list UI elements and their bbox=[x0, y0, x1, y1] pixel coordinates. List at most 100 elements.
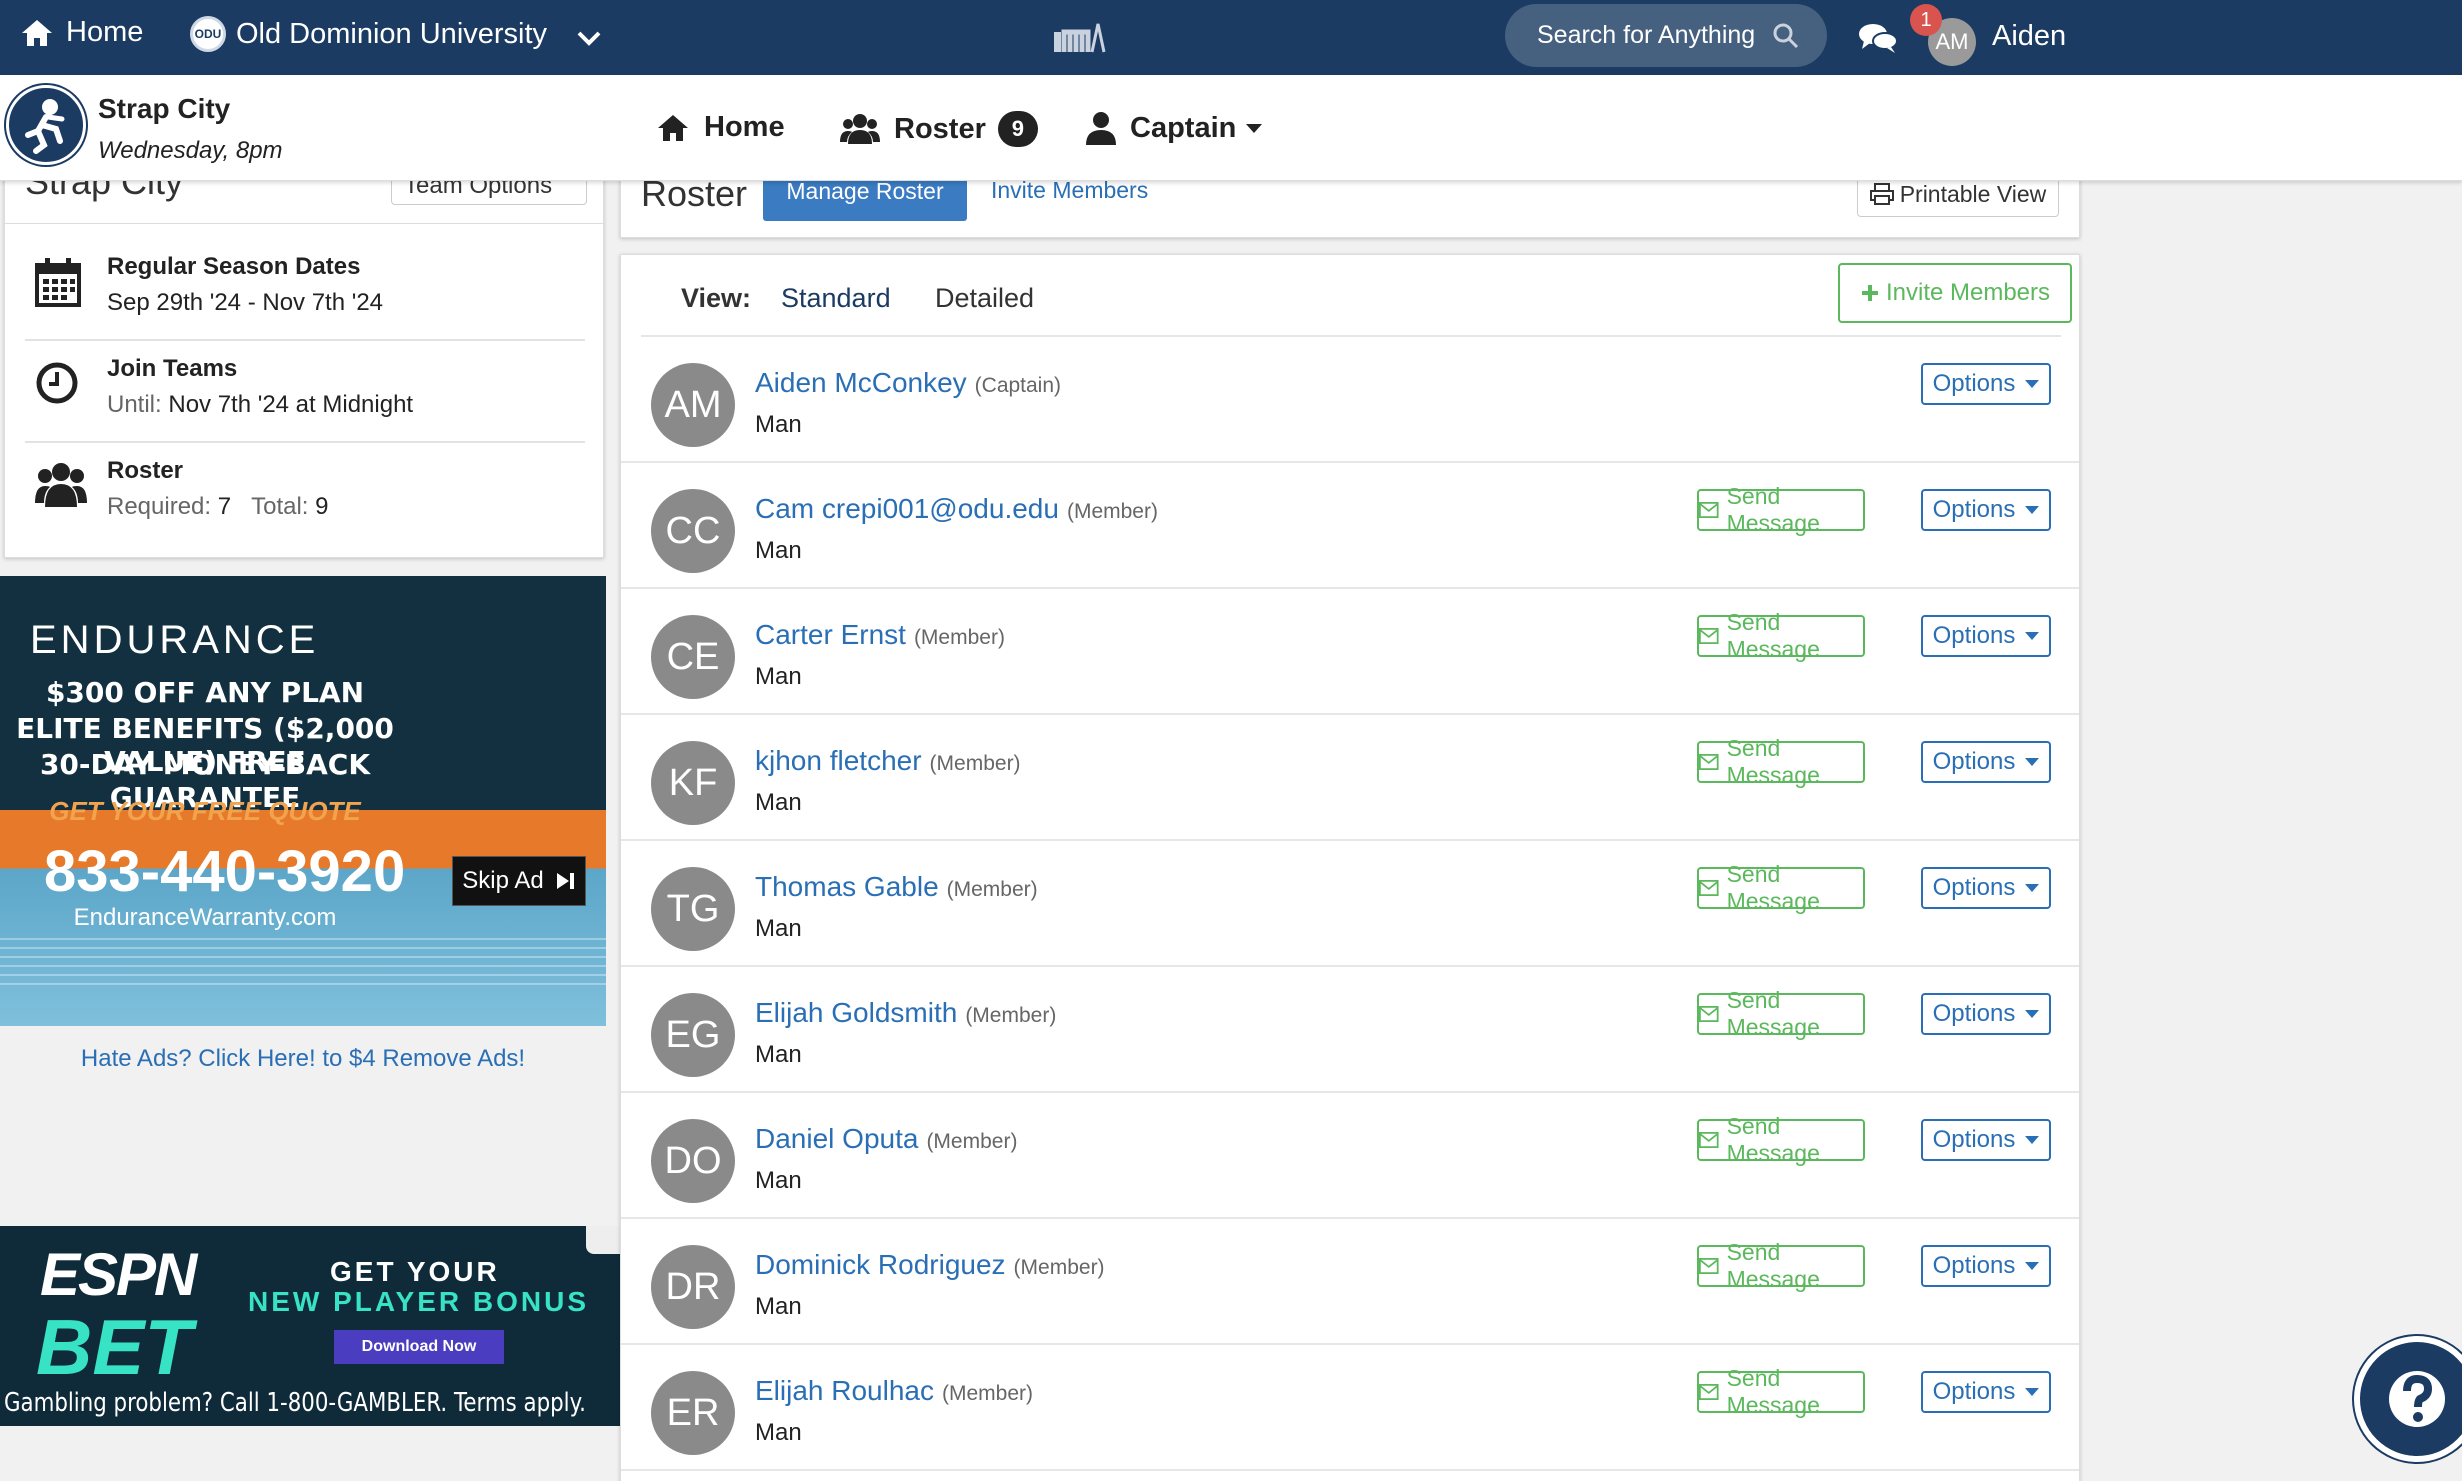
notification-badge[interactable]: 1 bbox=[1910, 4, 1942, 36]
options-label: Options bbox=[1932, 1252, 2016, 1279]
member-gender: Man bbox=[755, 663, 802, 690]
member-row: DO Daniel Oputa (Member) Man Send Message Opt… bbox=[621, 1093, 2079, 1219]
send-message-button[interactable]: Send Message bbox=[1697, 987, 1865, 1040]
member-name-link[interactable]: Daniel Oputa (Member) bbox=[755, 1123, 1017, 1155]
team-nav-roster[interactable]: Roster 9 bbox=[840, 111, 1038, 147]
member-avatar: ER bbox=[651, 1371, 735, 1455]
member-gender: Man bbox=[755, 411, 802, 438]
school-name: Old Dominion University bbox=[236, 17, 548, 50]
member-avatar: AM bbox=[651, 363, 735, 447]
envelope-icon bbox=[1699, 1383, 1719, 1401]
send-message-label: Send Message bbox=[1726, 861, 1820, 914]
remove-ads-link[interactable]: Hate Ads? Click Here! to $4 Remove Ads! bbox=[0, 1045, 606, 1073]
manage-roster-tab[interactable]: Manage Roster bbox=[763, 175, 967, 221]
ad-disclaimer: Gambling problem? Call 1-800-GAMBLER. Te… bbox=[4, 1388, 586, 1418]
nav-home-link[interactable]: Home bbox=[20, 16, 143, 49]
envelope-icon bbox=[1699, 627, 1719, 645]
home-icon bbox=[658, 114, 688, 141]
options-label: Options bbox=[1932, 496, 2016, 523]
member-row: AM Aiden McConkey (Captain) Man Options bbox=[621, 337, 2079, 463]
member-options-button[interactable]: Options bbox=[1921, 867, 2051, 909]
ad-quote: GET YOUR FREE QUOTE bbox=[49, 796, 361, 826]
options-label: Options bbox=[1932, 1126, 2016, 1153]
member-options-button[interactable]: Options bbox=[1921, 993, 2051, 1035]
chevron-down-icon[interactable] bbox=[575, 24, 603, 52]
envelope-icon bbox=[1699, 1131, 1719, 1149]
ad-line2: NEW PLAYER BONUS bbox=[248, 1286, 590, 1317]
member-name-link[interactable]: Elijah Roulhac (Member) bbox=[755, 1375, 1033, 1407]
member-gender: Man bbox=[755, 1419, 802, 1446]
team-header: Strap City Wednesday, 8pm Home Roster 9 … bbox=[0, 75, 2462, 181]
user-name[interactable]: Aiden bbox=[1992, 20, 2066, 53]
member-name: Cam crepi001@odu.edu bbox=[755, 493, 1059, 524]
envelope-icon bbox=[1699, 753, 1719, 771]
school-logo: ODU bbox=[190, 16, 226, 52]
send-message-button[interactable]: Send Message bbox=[1697, 483, 1865, 536]
team-nav-home[interactable]: Home bbox=[656, 111, 785, 144]
global-search[interactable]: Search for Anything bbox=[1505, 4, 1827, 67]
divider bbox=[5, 223, 603, 224]
imleagues-logo-icon[interactable] bbox=[1052, 18, 1110, 54]
espn-bet-ad[interactable]: ESPN BET GET YOUR NEW PLAYER BONUS Downl… bbox=[0, 1226, 620, 1426]
ad-brand: ENDURANCE bbox=[30, 618, 320, 662]
skip-ad-label: Skip Ad bbox=[462, 867, 544, 894]
ad-download-button[interactable]: Download Now bbox=[334, 1330, 504, 1364]
join-teams-row: Join Teams Until: Nov 7th '24 at Midnigh… bbox=[25, 339, 585, 439]
roster-summary-row: Roster Required: 7 Total: 9 bbox=[25, 441, 585, 541]
member-role: (Captain) bbox=[974, 374, 1062, 397]
member-name-link[interactable]: Thomas Gable (Member) bbox=[755, 871, 1038, 903]
skip-ad-button[interactable]: Skip Ad bbox=[452, 856, 586, 906]
roster-required-label: Required: bbox=[107, 493, 212, 520]
send-message-button[interactable]: Send Message bbox=[1697, 1113, 1865, 1166]
view-detailed-tab[interactable]: Detailed bbox=[935, 283, 1034, 314]
invite-members-tab[interactable]: Invite Members bbox=[991, 177, 1148, 204]
member-options-button[interactable]: Options bbox=[1921, 741, 2051, 783]
member-options-button[interactable]: Options bbox=[1921, 489, 2051, 531]
member-row: TG Thomas Gable (Member) Man Send Message Opt… bbox=[621, 841, 2079, 967]
member-options-button[interactable]: Options bbox=[1921, 1245, 2051, 1287]
options-label: Options bbox=[1932, 622, 2016, 649]
view-standard-tab[interactable]: Standard bbox=[781, 283, 891, 314]
member-name-link[interactable]: kjhon fletcher (Member) bbox=[755, 745, 1021, 777]
team-nav-captain-label: Captain bbox=[1130, 111, 1237, 144]
member-name-link[interactable]: Elijah Goldsmith (Member) bbox=[755, 997, 1056, 1029]
adchoices-icon[interactable] bbox=[586, 1226, 620, 1254]
member-gender: Man bbox=[755, 537, 802, 564]
season-dates-value: Sep 29th '24 - Nov 7th '24 bbox=[107, 289, 384, 316]
send-message-button[interactable]: Send Message bbox=[1697, 609, 1865, 662]
endurance-ad[interactable]: ENDURANCE $300 OFF ANY PLAN ELITE BENEFI… bbox=[0, 576, 606, 1026]
member-name-link[interactable]: Aiden McConkey (Captain) bbox=[755, 367, 1061, 399]
printable-view-label: Printable View bbox=[1899, 180, 2047, 207]
member-name-link[interactable]: Carter Ernst (Member) bbox=[755, 619, 1005, 651]
member-avatar: EG bbox=[651, 993, 735, 1077]
member-avatar: CE bbox=[651, 615, 735, 699]
calendar-icon bbox=[35, 258, 81, 307]
send-message-button[interactable]: Send Message bbox=[1697, 861, 1865, 914]
invite-members-label: Invite Members bbox=[1885, 279, 2051, 306]
help-button[interactable] bbox=[2354, 1336, 2462, 1462]
ad-fine-print bbox=[0, 938, 606, 990]
send-message-label: Send Message bbox=[1726, 1239, 1820, 1292]
team-nav-captain[interactable]: Captain bbox=[1086, 111, 1263, 145]
options-label: Options bbox=[1932, 1378, 2016, 1405]
member-options-button[interactable]: Options bbox=[1921, 1119, 2051, 1161]
member-name-link[interactable]: Cam crepi001@odu.edu (Member) bbox=[755, 493, 1158, 525]
chat-icon[interactable] bbox=[1858, 22, 1898, 54]
school-selector[interactable]: ODU Old Dominion University bbox=[190, 16, 547, 52]
invite-members-button[interactable]: Invite Members bbox=[1838, 263, 2072, 323]
member-row: KF kjhon fletcher (Member) Man Send Message O… bbox=[621, 715, 2079, 841]
ad-espn-text: ESPN bbox=[40, 1241, 197, 1308]
member-options-button[interactable]: Options bbox=[1921, 363, 2051, 405]
send-message-button[interactable]: Send Message bbox=[1697, 1239, 1865, 1292]
user-icon bbox=[1086, 112, 1116, 145]
roster-total-value: 9 bbox=[315, 493, 329, 520]
member-options-button[interactable]: Options bbox=[1921, 615, 2051, 657]
runner-icon bbox=[25, 99, 65, 154]
join-teams-value: Nov 7th '24 at Midnight bbox=[168, 391, 414, 418]
member-options-button[interactable]: Options bbox=[1921, 1371, 2051, 1413]
send-message-button[interactable]: Send Message bbox=[1697, 1365, 1865, 1418]
send-message-button[interactable]: Send Message bbox=[1697, 735, 1865, 788]
users-icon bbox=[35, 463, 87, 507]
member-name-link[interactable]: Dominick Rodriguez (Member) bbox=[755, 1249, 1105, 1281]
team-schedule: Wednesday, 8pm bbox=[98, 137, 283, 164]
